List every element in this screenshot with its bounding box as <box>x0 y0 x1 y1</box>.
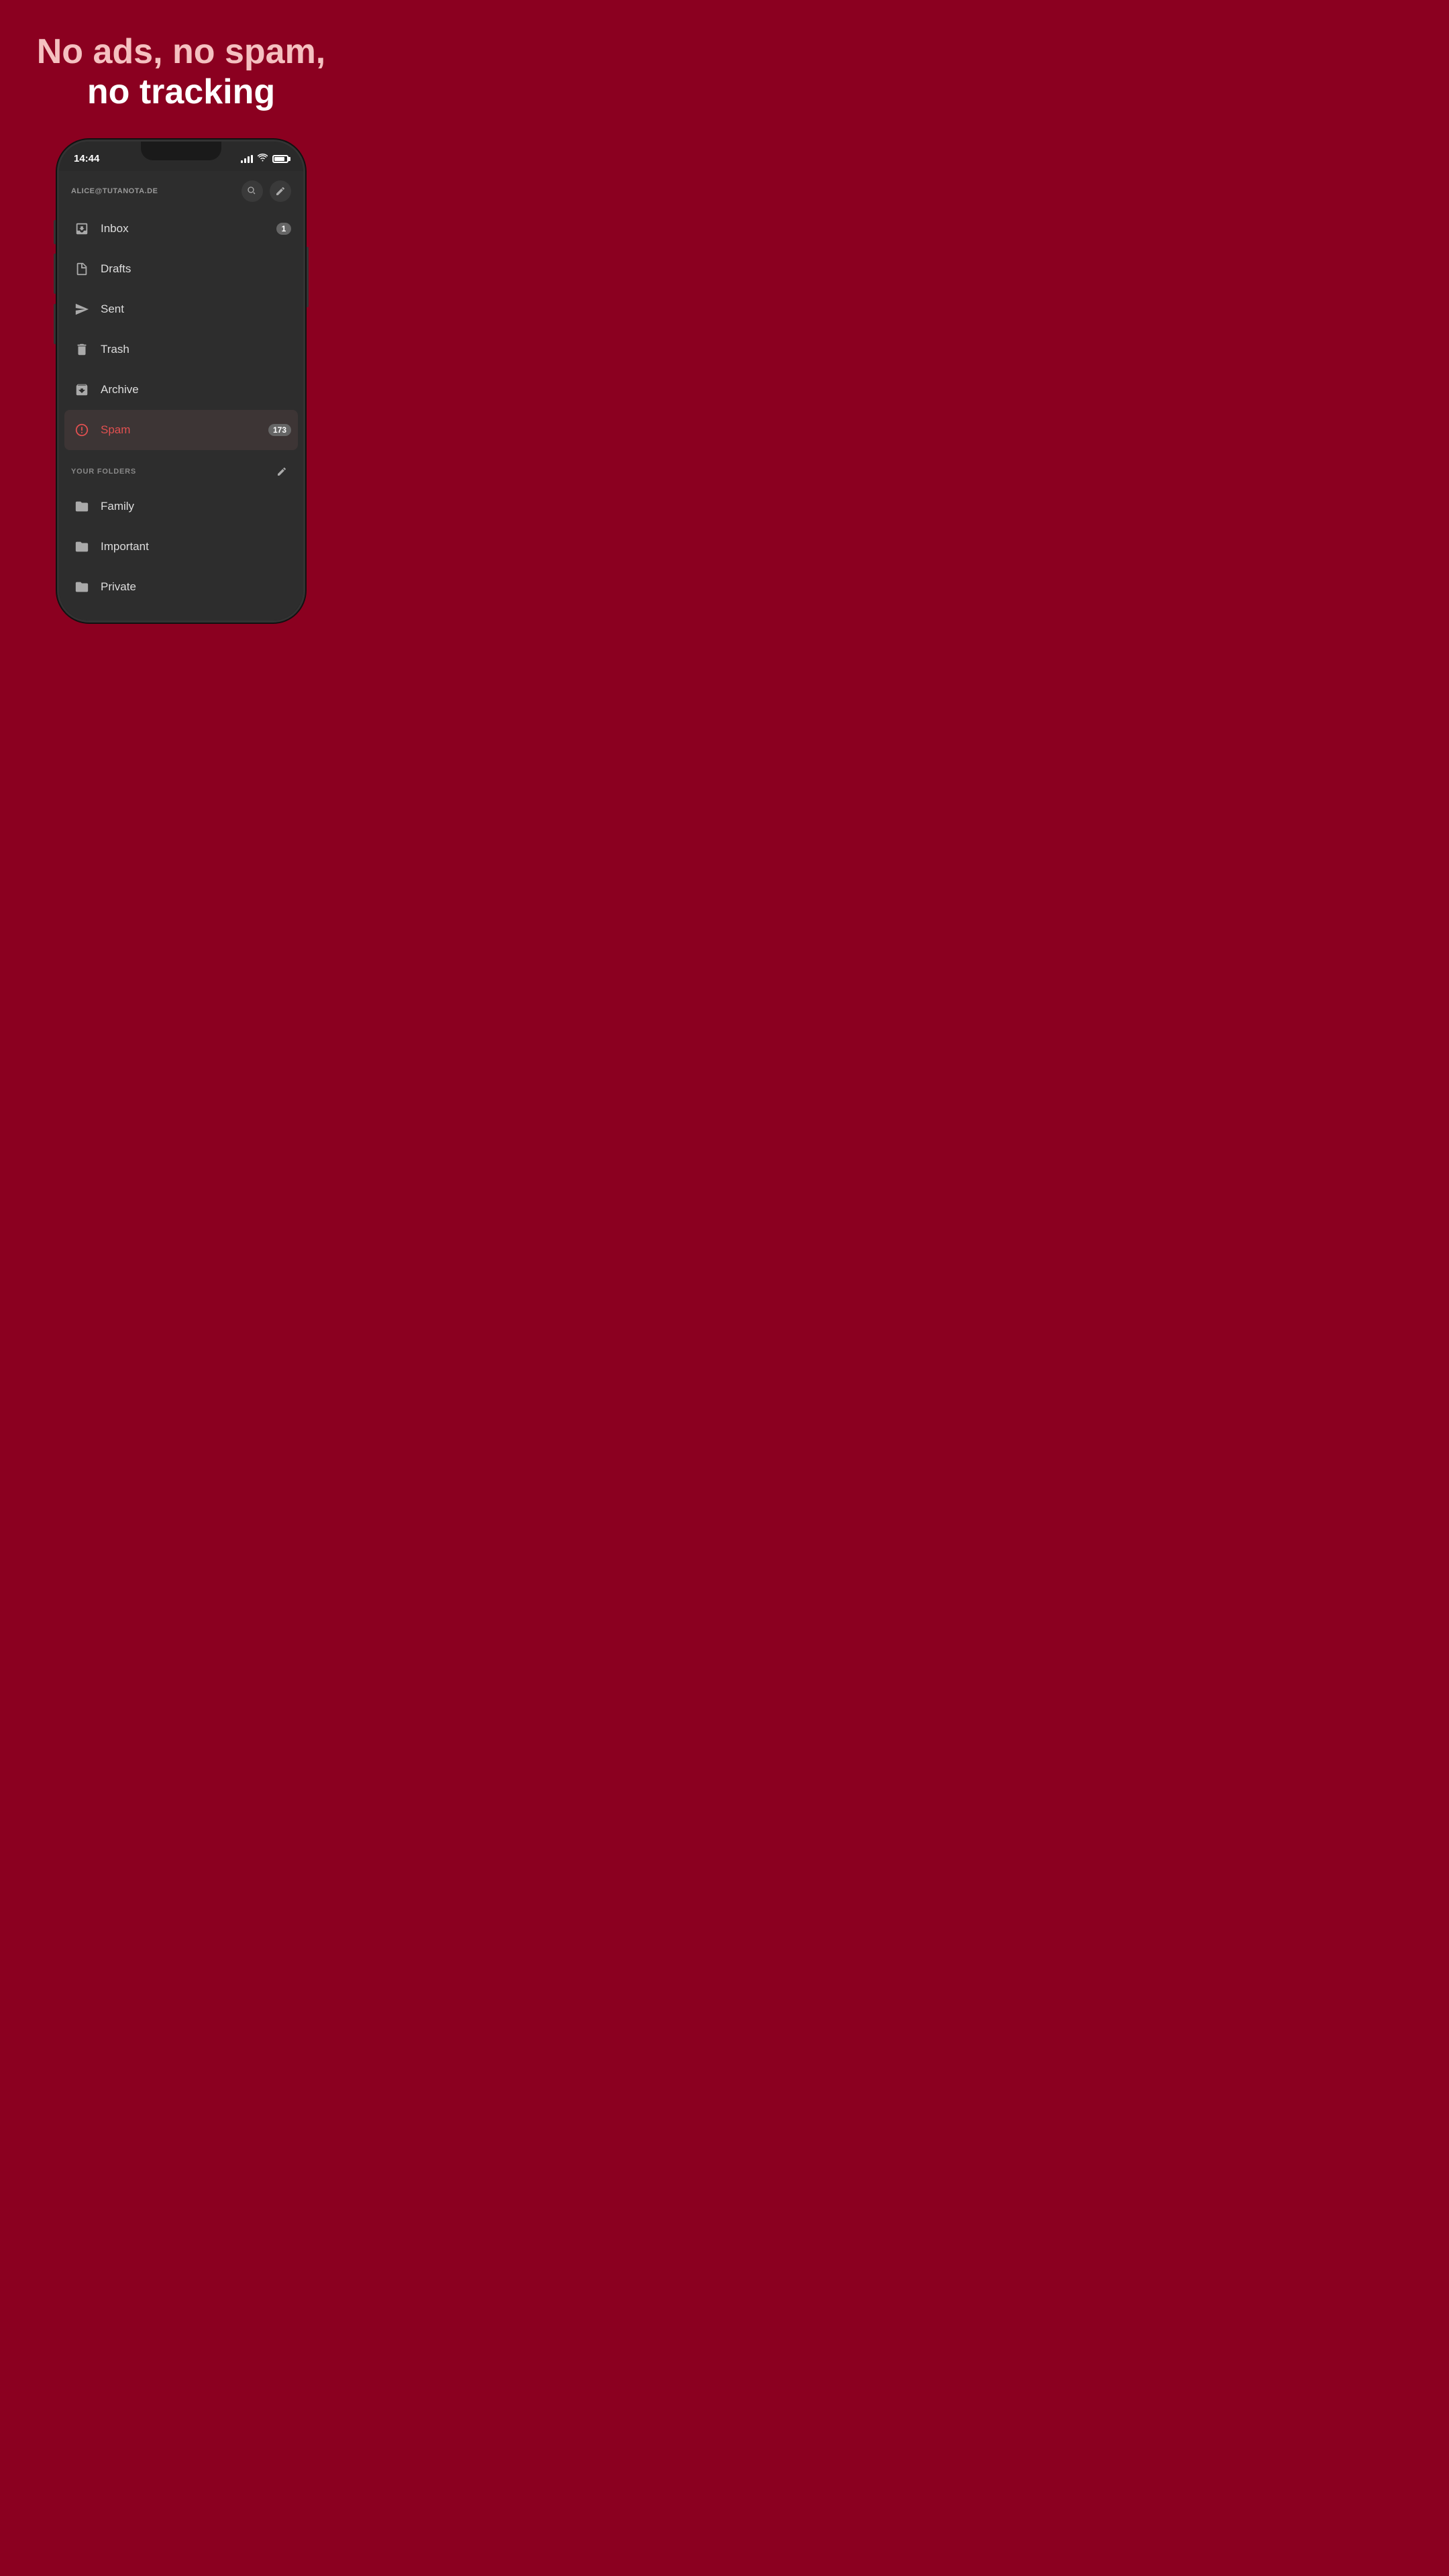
trash-label: Trash <box>101 343 291 356</box>
sidebar-item-spam[interactable]: Spam 173 <box>64 410 298 450</box>
sidebar-item-sent[interactable]: Sent <box>59 289 303 329</box>
compose-icon <box>275 186 286 197</box>
search-button[interactable] <box>241 180 263 202</box>
sidebar-item-inbox[interactable]: Inbox 1 <box>59 209 303 249</box>
folders-section-header: YOUR FOLDERS <box>59 450 303 486</box>
family-label: Family <box>101 500 291 513</box>
sidebar-item-private[interactable]: Private <box>59 567 303 607</box>
drafts-icon <box>71 258 93 280</box>
status-icons <box>241 154 288 164</box>
phone-notch <box>141 142 221 160</box>
search-icon <box>247 186 258 197</box>
inbox-label: Inbox <box>101 222 276 235</box>
folder-private-icon <box>71 576 93 598</box>
compose-button[interactable] <box>270 180 291 202</box>
signal-bar-2 <box>244 158 246 163</box>
spam-label: Spam <box>101 423 268 437</box>
phone-screen: 14:44 <box>59 142 303 621</box>
side-button-vol-down <box>54 304 56 344</box>
sent-icon <box>71 299 93 320</box>
signal-bar-4 <box>251 155 253 163</box>
spam-badge: 173 <box>268 424 291 436</box>
sidebar-item-drafts[interactable]: Drafts <box>59 249 303 289</box>
side-button-power <box>306 247 309 307</box>
account-header: ALICE@TUTANOTA.DE <box>59 171 303 209</box>
inbox-badge: 1 <box>276 223 291 235</box>
side-button-mute <box>54 220 56 244</box>
sidebar-item-archive[interactable]: Archive <box>59 370 303 410</box>
folders-section-title: YOUR FOLDERS <box>71 468 136 476</box>
add-folder-icon <box>71 616 93 621</box>
add-folder-button[interactable]: Add folder <box>59 607 303 621</box>
side-button-vol-up <box>54 254 56 294</box>
headline-line2: no tracking <box>37 72 326 113</box>
edit-icon <box>276 466 287 477</box>
battery-fill <box>274 157 284 161</box>
headline: No ads, no spam, no tracking <box>10 0 353 133</box>
sidebar-item-trash[interactable]: Trash <box>59 329 303 370</box>
edit-folders-button[interactable] <box>272 462 291 481</box>
account-email: ALICE@TUTANOTA.DE <box>71 187 158 195</box>
folder-family-icon <box>71 496 93 517</box>
header-actions <box>241 180 291 202</box>
inbox-icon <box>71 218 93 239</box>
signal-bar-3 <box>248 156 250 163</box>
folder-important-icon <box>71 536 93 557</box>
signal-icon <box>241 155 253 163</box>
headline-line1: No ads, no spam, <box>37 32 326 72</box>
trash-icon <box>71 339 93 360</box>
sidebar: ALICE@TUTANOTA.DE <box>59 171 303 621</box>
spam-icon <box>71 419 93 441</box>
sidebar-item-important[interactable]: Important <box>59 527 303 567</box>
signal-bar-1 <box>241 160 243 163</box>
phone-frame: 14:44 <box>57 140 305 623</box>
menu-list: Inbox 1 Drafts <box>59 209 303 450</box>
drafts-label: Drafts <box>101 262 291 276</box>
sidebar-item-family[interactable]: Family <box>59 486 303 527</box>
sent-label: Sent <box>101 303 291 316</box>
battery-icon <box>272 155 288 163</box>
important-label: Important <box>101 540 291 553</box>
archive-label: Archive <box>101 383 291 396</box>
archive-icon <box>71 379 93 400</box>
wifi-icon <box>258 154 268 164</box>
status-time: 14:44 <box>74 153 99 164</box>
phone-mockup: 14:44 <box>57 140 305 623</box>
private-label: Private <box>101 580 291 594</box>
